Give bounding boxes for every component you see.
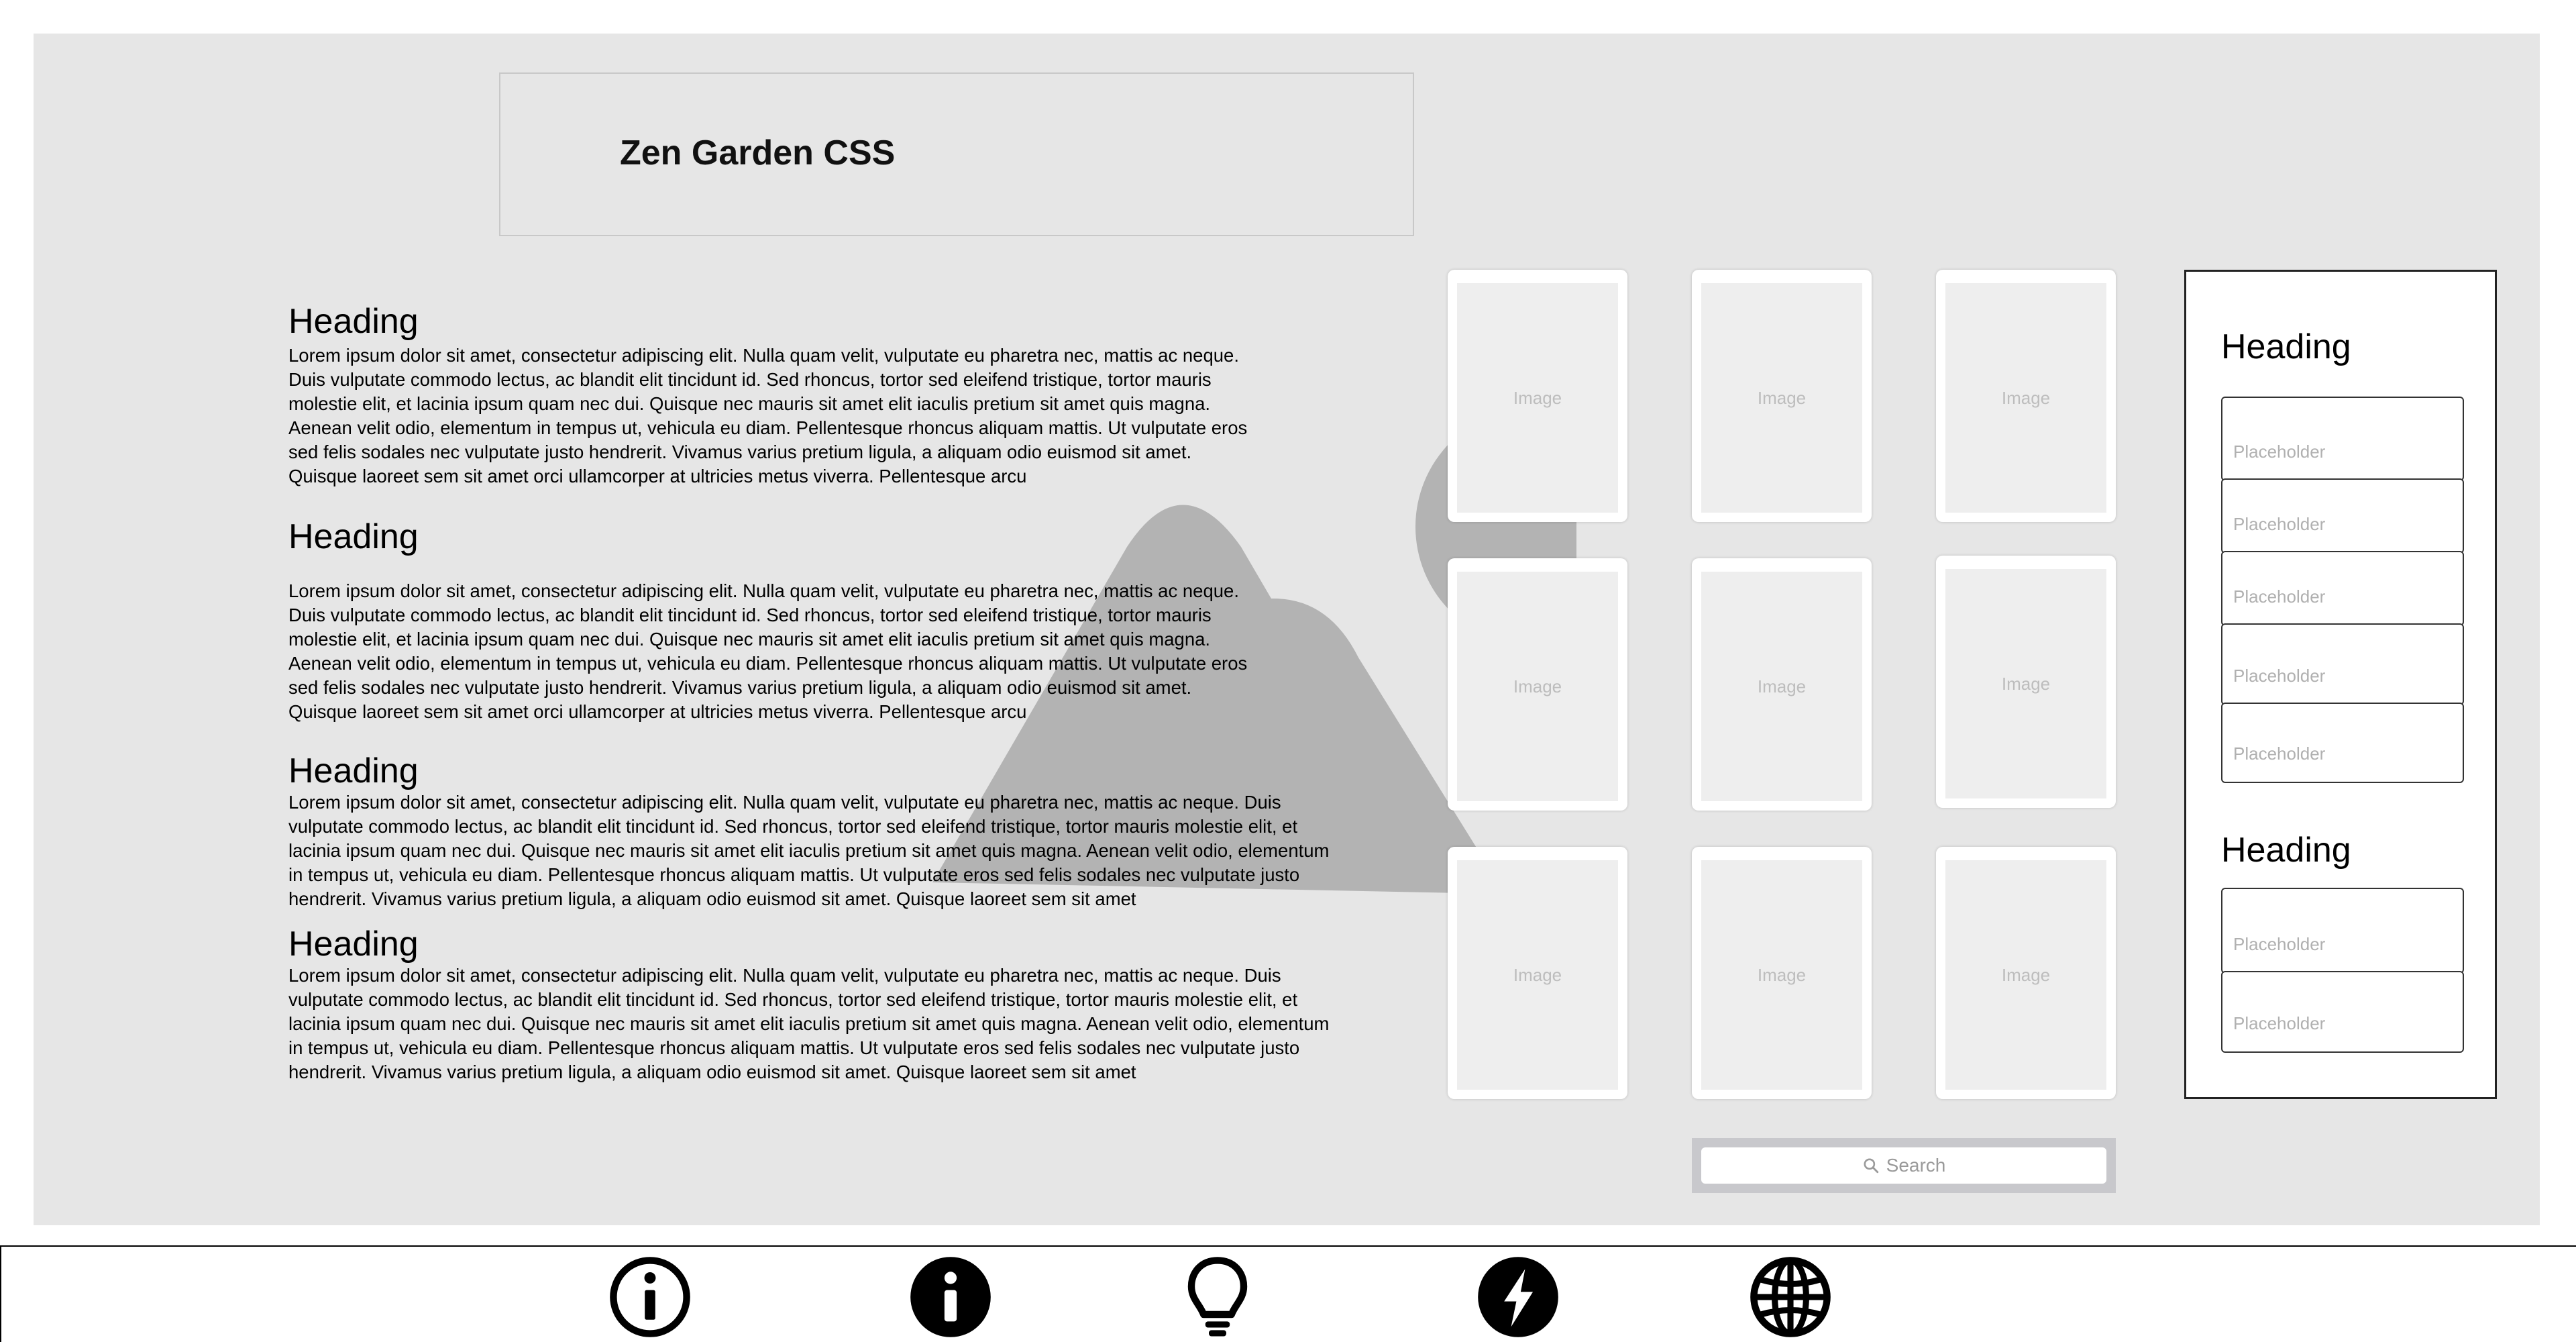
article-text: Lorem ipsum dolor sit amet, consectetur … [288, 580, 1248, 722]
info-outline-icon[interactable] [606, 1253, 694, 1341]
gallery-image-1[interactable]: Image [1448, 270, 1627, 522]
gallery-image-5[interactable]: Image [1692, 558, 1872, 811]
lightbulb-icon[interactable] [1174, 1253, 1261, 1341]
gallery-image-8[interactable]: Image [1692, 847, 1872, 1099]
placeholder-item[interactable]: Placeholder [2221, 397, 2464, 481]
placeholder-item[interactable]: Placeholder [2221, 478, 2464, 554]
image-label: Image [1757, 964, 1807, 985]
article-text: Lorem ipsum dolor sit amet, consectetur … [288, 792, 1330, 909]
footer-bar [0, 1245, 2576, 1342]
article-text: Lorem ipsum dolor sit amet, consectetur … [288, 965, 1330, 1082]
image-label: Image [2001, 964, 2051, 985]
search-icon [1864, 1158, 1878, 1174]
gallery-image-9[interactable]: Image [1936, 847, 2116, 1099]
article-text: Lorem ipsum dolor sit amet, consectetur … [288, 345, 1248, 486]
gallery-image-2[interactable]: Image [1692, 270, 1872, 522]
image-label: Image [1757, 676, 1807, 696]
placeholder-item[interactable]: Placeholder [2221, 888, 2464, 974]
info-filled-icon[interactable] [907, 1253, 994, 1341]
gallery-image-7[interactable]: Image [1448, 847, 1627, 1099]
article-heading: Heading [288, 925, 419, 964]
gallery-image-3[interactable]: Image [1936, 270, 2116, 522]
image-label: Image [1513, 387, 1562, 408]
article-heading: Heading [288, 517, 419, 556]
placeholder-item[interactable]: Placeholder [2221, 623, 2464, 705]
placeholder-item[interactable]: Placeholder [2221, 551, 2464, 626]
image-label: Image [1757, 387, 1807, 408]
page-container: Zen Garden CSS Heading Lorem ipsum dolor… [34, 34, 2540, 1225]
article-4: Heading Lorem ipsum dolor sit amet, cons… [288, 925, 1335, 1084]
image-label: Image [2001, 387, 2051, 408]
image-label: Image [1513, 964, 1562, 985]
article-heading: Heading [288, 302, 419, 341]
globe-icon[interactable] [1747, 1253, 1834, 1341]
article-2: Heading Lorem ipsum dolor sit amet, cons… [288, 517, 1335, 724]
search-input[interactable]: Search [1701, 1147, 2106, 1184]
placeholder-item[interactable]: Placeholder [2221, 703, 2464, 783]
article-1: Heading Lorem ipsum dolor sit amet, cons… [288, 302, 1335, 488]
sidebar: Heading Placeholder Placeholder Placehol… [2184, 270, 2497, 1099]
sidebar-heading: Heading [2221, 831, 2351, 870]
placeholder-item[interactable]: Placeholder [2221, 971, 2464, 1053]
article-heading: Heading [288, 752, 419, 790]
lightning-icon[interactable] [1474, 1253, 1562, 1341]
search-placeholder: Search [1886, 1155, 1946, 1176]
image-label: Image [2001, 673, 2051, 694]
article-3: Heading Lorem ipsum dolor sit amet, cons… [288, 752, 1335, 911]
gallery-image-4[interactable]: Image [1448, 558, 1627, 811]
sidebar-heading: Heading [2221, 327, 2351, 366]
image-label: Image [1513, 676, 1562, 696]
search-bar: Search [1692, 1138, 2116, 1193]
gallery-image-6[interactable]: Image [1936, 556, 2116, 808]
